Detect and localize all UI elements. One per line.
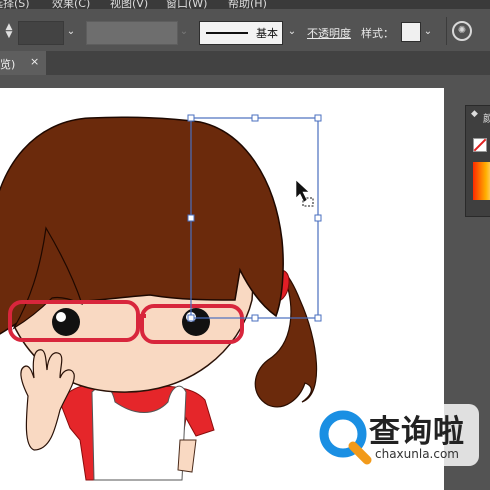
selection-handle[interactable] [314,214,322,222]
color-panel[interactable]: ◆ 颜 [465,105,490,217]
watermark-url: chaxunla.com [375,447,459,461]
selection-handle[interactable] [314,314,322,322]
search-logo-icon [319,410,372,465]
selection-handle[interactable] [251,114,259,122]
menu-bar: 选择(S) 效果(C) 视图(V) 窗口(W) 帮助(H) [0,0,490,10]
direct-selection-cursor-icon [295,179,314,207]
stroke-preview-line [206,32,248,34]
selection-handle[interactable] [314,114,322,122]
close-icon[interactable]: × [30,55,39,68]
variable-width-field [86,21,178,45]
chevron-down-icon: ⌄ [179,26,189,37]
right-eye[interactable] [182,308,210,336]
divider [446,17,447,45]
arm[interactable] [177,439,197,473]
control-bar: ▲ ▼ ⌄ ⌄ 基本 ⌄ 不透明度 样式： ⌄ ✺ [0,9,490,52]
selection-handle[interactable] [187,114,195,122]
chevron-down-icon[interactable]: ⌄ [63,21,79,43]
transparency-settings-icon[interactable]: ✺ [452,21,472,41]
selection-handle[interactable] [251,314,259,322]
left-eye-highlight [56,312,66,322]
document-tab[interactable]: 览) × [0,51,46,75]
watermark: 查询啦 chaxunla.com [311,394,481,474]
opacity-link[interactable]: 不透明度 [307,25,351,41]
document-tab-label: 览) [0,58,16,71]
color-spectrum[interactable] [473,162,490,200]
none-swatch[interactable] [473,138,487,152]
watermark-chinese: 查询啦 [369,414,465,450]
document-tab-strip: 览) × [0,51,490,75]
left-eye[interactable] [52,308,80,336]
stroke-weight-field[interactable] [18,21,64,45]
chevron-down-icon[interactable]: ⌄ [284,21,300,43]
selection-handle[interactable] [187,214,195,222]
stroke-profile-label: 基本 [256,27,278,40]
selection-handle[interactable] [187,314,195,322]
style-label: 样式： [361,27,394,40]
collapse-icon[interactable]: ◆ [471,109,478,119]
color-panel-title: 颜 [483,114,490,125]
stroke-profile-select[interactable]: 基本 [199,21,283,45]
chevron-down-icon[interactable]: ⌄ [420,21,436,43]
graphic-style-swatch[interactable] [401,22,421,42]
stepper-icon[interactable]: ▲ ▼ [4,23,14,41]
